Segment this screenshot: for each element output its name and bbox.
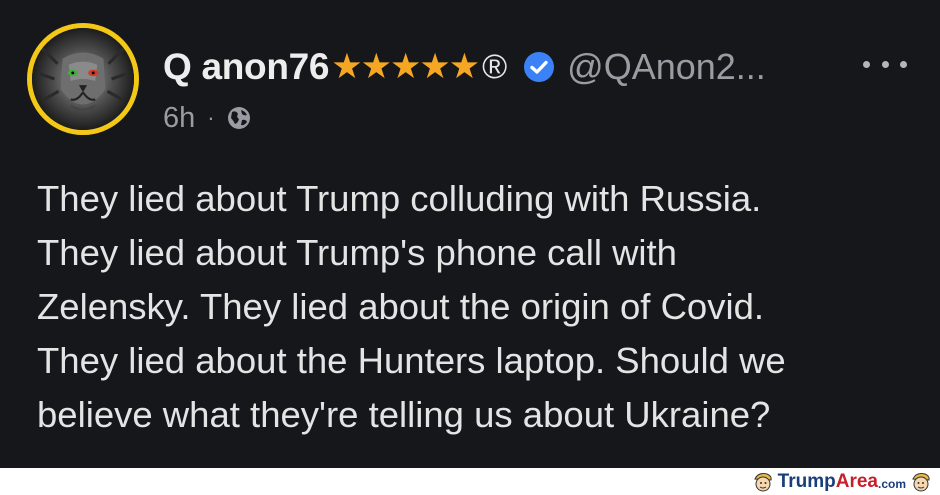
lion-face-icon [32, 28, 134, 130]
footer-strip: Trump Area .com [0, 468, 940, 495]
more-dot [900, 60, 907, 68]
post-body-line: They lied about Trump colluding with Rus… [37, 178, 762, 219]
registered-mark: ® [482, 47, 508, 86]
verified-check-icon[interactable] [523, 51, 555, 83]
more-dot [881, 60, 889, 68]
post-body-line: believe what they're telling us about Uk… [37, 394, 771, 435]
post-body: They lied about Trump colluding with Rus… [37, 172, 917, 442]
author-row: Q anon76 ★★★★★ ® @QAnon2... [163, 44, 766, 90]
globe-icon[interactable] [226, 105, 252, 131]
post-body-line: They lied about Trump's phone call with [37, 232, 677, 273]
watermark-domain: .com [877, 477, 906, 491]
cartoon-face-icon [912, 473, 930, 492]
author-name[interactable]: Q anon76 [163, 46, 330, 88]
cartoon-face-icon [753, 473, 772, 492]
meta-separator: · [207, 105, 215, 130]
post-body-line: Zelensky. They lied about the origin of … [37, 286, 765, 327]
post-time[interactable]: 6h [163, 102, 195, 135]
star-badges: ★★★★★ [331, 47, 480, 86]
watermark-logo: Trump Area .com [752, 471, 932, 493]
watermark-area: Area [835, 471, 878, 492]
more-options-icon[interactable] [863, 52, 907, 76]
watermark-trump: Trump [777, 471, 836, 492]
avatar[interactable] [27, 23, 139, 135]
post-card: Q anon76 ★★★★★ ® @QAnon2... 6h · They li… [0, 0, 940, 468]
author-handle[interactable]: @QAnon2... [567, 46, 766, 88]
post-meta: 6h · [163, 100, 252, 136]
post-body-line: They lied about the Hunters laptop. Shou… [37, 340, 786, 381]
more-dot [863, 60, 870, 68]
